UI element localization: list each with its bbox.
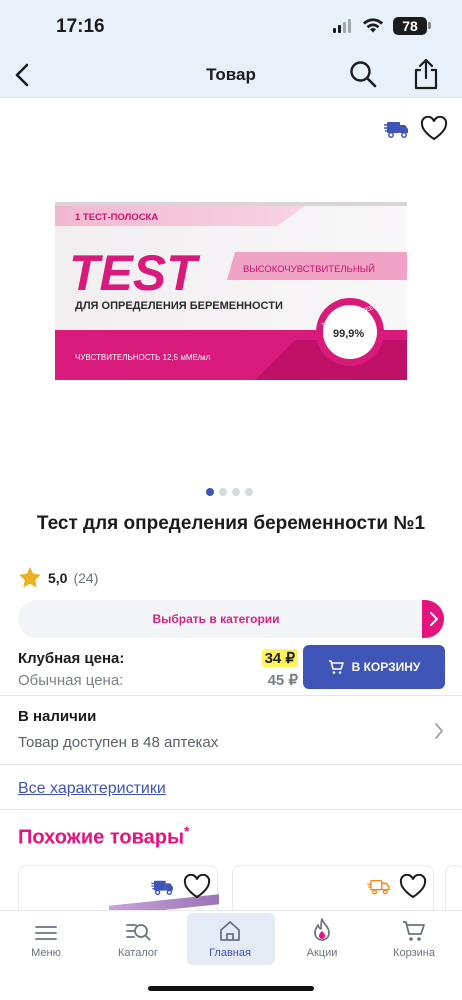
image-sensitivity-badge: ВЫСОКОЧУВСТВИТЕЛЬНЫЙ	[243, 263, 375, 275]
tab-label: Корзина	[393, 947, 435, 959]
regular-price: 45 ₽	[267, 672, 298, 689]
cart-icon	[328, 660, 344, 674]
delivery-truck-icon	[151, 880, 173, 896]
select-category-button[interactable]: Выбрать в категории	[18, 600, 444, 638]
select-category-arrow[interactable]	[422, 600, 444, 638]
product-badges	[384, 116, 448, 142]
availability-row[interactable]: В наличии Товар доступен в 48 аптеках	[18, 708, 448, 758]
tab-cart[interactable]: Корзина	[368, 911, 460, 967]
rating-value: 5,0	[48, 569, 68, 586]
availability-subtext: Товар доступен в 48 аптеках	[18, 734, 219, 751]
home-icon	[220, 921, 240, 941]
status-time: 17:16	[56, 16, 105, 37]
product-rating[interactable]: 5,0 (24)	[18, 566, 98, 589]
tab-menu[interactable]: Меню	[0, 911, 92, 967]
tab-label: Каталог	[118, 947, 158, 959]
gallery-dot[interactable]	[206, 488, 214, 496]
select-category-label: Выбрать в категории	[152, 612, 280, 626]
status-bar: 17:16 78	[0, 0, 462, 52]
add-to-cart-label: В КОРЗИНУ	[351, 660, 421, 674]
nav-header: Товар	[0, 52, 462, 98]
delivery-truck-icon	[384, 122, 408, 138]
cellular-signal-icon	[333, 19, 351, 33]
favorite-heart-icon[interactable]	[420, 116, 448, 142]
similar-products-heading: Похожие товары*	[18, 823, 189, 850]
divider	[0, 695, 462, 696]
price-block: Клубная цена: 34 ₽ Обычная цена: 45 ₽	[18, 648, 298, 690]
add-to-cart-button[interactable]: В КОРЗИНУ	[303, 645, 445, 689]
similar-heading-text: Похожие товары	[18, 826, 185, 849]
gallery-pagination[interactable]	[206, 488, 253, 496]
tab-home[interactable]: Главная	[184, 911, 276, 967]
favorite-heart-icon[interactable]	[183, 874, 211, 900]
gallery-dot[interactable]	[232, 488, 240, 496]
product-image[interactable]: 1 ТЕСТ-ПОЛОСКА TEST ВЫСОКОЧУВСТВИТЕЛЬНЫЙ…	[55, 202, 407, 380]
menu-icon	[35, 926, 57, 940]
share-icon[interactable]	[412, 57, 440, 91]
similar-heading-marker: *	[184, 823, 190, 839]
chevron-right-icon	[430, 612, 438, 626]
club-price-label: Клубная цена:	[18, 649, 125, 667]
tab-catalog[interactable]: Каталог	[92, 911, 184, 967]
cart-icon	[403, 921, 425, 941]
image-brand: TEST	[69, 245, 201, 301]
rating-count: (24)	[73, 569, 99, 586]
favorite-heart-icon[interactable]	[399, 874, 427, 900]
flame-icon	[314, 918, 330, 941]
express-delivery-icon	[367, 879, 390, 895]
page-title: Товар	[206, 65, 256, 84]
all-specs-link[interactable]: Все характеристики	[18, 780, 166, 798]
tab-label: Меню	[31, 947, 61, 959]
battery-indicator: 78	[393, 17, 427, 35]
home-indicator	[148, 986, 314, 991]
divider	[0, 809, 462, 810]
search-icon[interactable]	[348, 59, 378, 89]
image-strip-count: 1 ТЕСТ-ПОЛОСКА	[75, 212, 158, 223]
tab-label: Акции	[306, 947, 338, 959]
image-purpose: ДЛЯ ОПРЕДЕЛЕНИЯ БЕРЕМЕННОСТИ	[75, 300, 283, 312]
chevron-right-icon	[435, 723, 443, 739]
catalog-search-icon	[126, 924, 151, 941]
star-icon	[19, 567, 41, 588]
tab-label: Главная	[209, 947, 251, 959]
product-title: Тест для определения беременности №1	[36, 513, 426, 534]
image-accuracy-value: 99,9%	[333, 328, 364, 340]
tab-promotions[interactable]: Акции	[276, 911, 368, 967]
gallery-dot[interactable]	[245, 488, 253, 496]
wifi-icon	[363, 18, 383, 33]
image-sensitivity-text: ЧУВСТВИТЕЛЬНОСТЬ 12,5 мМЕ/мл	[75, 353, 211, 362]
regular-price-label: Обычная цена:	[18, 671, 124, 689]
battery-tip	[428, 22, 431, 29]
gallery-dot[interactable]	[219, 488, 227, 496]
divider	[0, 764, 462, 765]
club-price: 34 ₽	[261, 649, 298, 667]
availability-heading: В наличии	[18, 708, 97, 725]
